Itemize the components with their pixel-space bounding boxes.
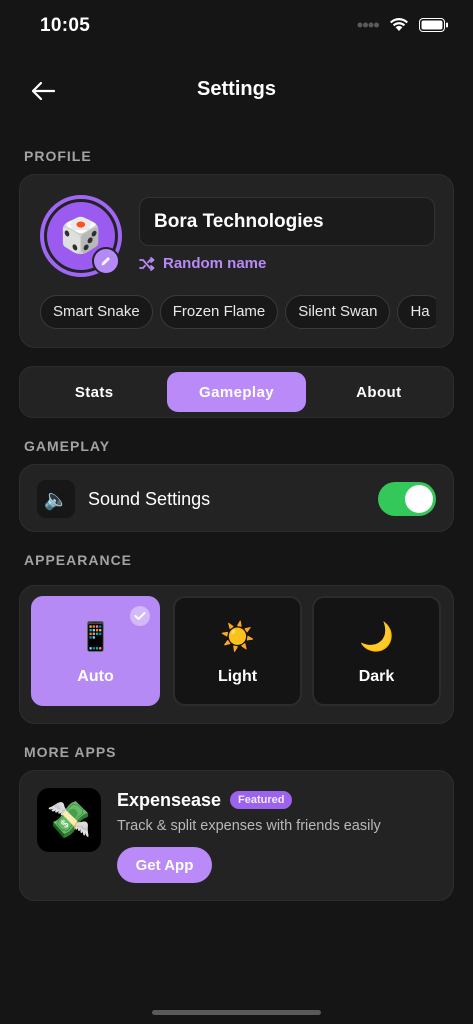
settings-tabs: Stats Gameplay About [19, 366, 454, 418]
get-app-button[interactable]: Get App [117, 847, 212, 883]
random-name-button[interactable]: Random name [139, 255, 266, 272]
section-label-profile: PROFILE [24, 148, 92, 164]
featured-badge: Featured [230, 791, 293, 809]
theme-option-auto[interactable]: 📱 Auto [31, 596, 160, 706]
sound-settings-label: Sound Settings [88, 489, 211, 509]
section-label-appearance: APPEARANCE [24, 552, 133, 568]
sun-icon: ☀️ [220, 621, 255, 652]
phone-icon: 📱 [78, 621, 113, 652]
tab-stats[interactable]: Stats [25, 372, 163, 412]
theme-label: Light [217, 668, 258, 685]
sound-settings-row[interactable]: 🔈 Sound Settings [19, 464, 454, 532]
name-input[interactable] [139, 197, 435, 246]
tab-gameplay[interactable]: Gameplay [167, 372, 306, 412]
theme-label: Dark [358, 668, 395, 685]
section-label-gameplay: GAMEPLAY [24, 438, 111, 454]
name-suggestion-chip[interactable]: Frozen Flame [159, 295, 279, 329]
sound-toggle[interactable] [378, 482, 436, 516]
shuffle-icon [139, 256, 155, 271]
theme-label: Auto [77, 668, 114, 685]
section-label-more-apps: MORE APPS [24, 744, 117, 760]
status-time: 10:05 [40, 15, 91, 36]
status-bar: 10:05 [0, 0, 473, 54]
pencil-icon [101, 257, 110, 266]
name-suggestion-chip[interactable]: Silent Swan [285, 295, 391, 329]
name-suggestions: Smart Snake Frozen Flame Silent Swan Ha [40, 295, 436, 329]
tab-about[interactable]: About [310, 372, 448, 412]
money-icon: 💸 [46, 799, 92, 840]
speaker-icon: 🔈 [37, 480, 75, 518]
app-description: Track & split expenses with friends easi… [117, 818, 381, 834]
edit-avatar-button[interactable] [92, 247, 120, 275]
nav-bar: Settings [0, 68, 473, 112]
wifi-icon [390, 18, 408, 31]
cellular-signal-icon [357, 22, 379, 27]
random-name-label: Random name [163, 255, 267, 272]
promo-app-card: 💸 Expensease Featured Track & split expe… [19, 770, 454, 901]
appearance-card: 📱 Auto ☀️ Light 🌙 Dark [19, 585, 454, 724]
theme-option-light[interactable]: ☀️ Light [173, 596, 302, 706]
status-icons [357, 17, 449, 32]
app-name: Expensease [117, 790, 222, 810]
profile-card: 🎲 Random name Smart SnakeFrozen FlameSil… [19, 174, 454, 348]
app-icon[interactable]: 💸 [37, 788, 101, 852]
moon-icon: 🌙 [359, 621, 394, 652]
battery-icon [419, 17, 448, 32]
theme-option-dark[interactable]: 🌙 Dark [312, 596, 441, 706]
toggle-knob [405, 485, 433, 513]
name-suggestion-chip[interactable]: Smart Snake [40, 295, 153, 329]
page-title: Settings [197, 78, 276, 100]
home-indicator[interactable] [152, 1010, 321, 1015]
name-suggestion-chip[interactable]: Ha [397, 295, 436, 329]
